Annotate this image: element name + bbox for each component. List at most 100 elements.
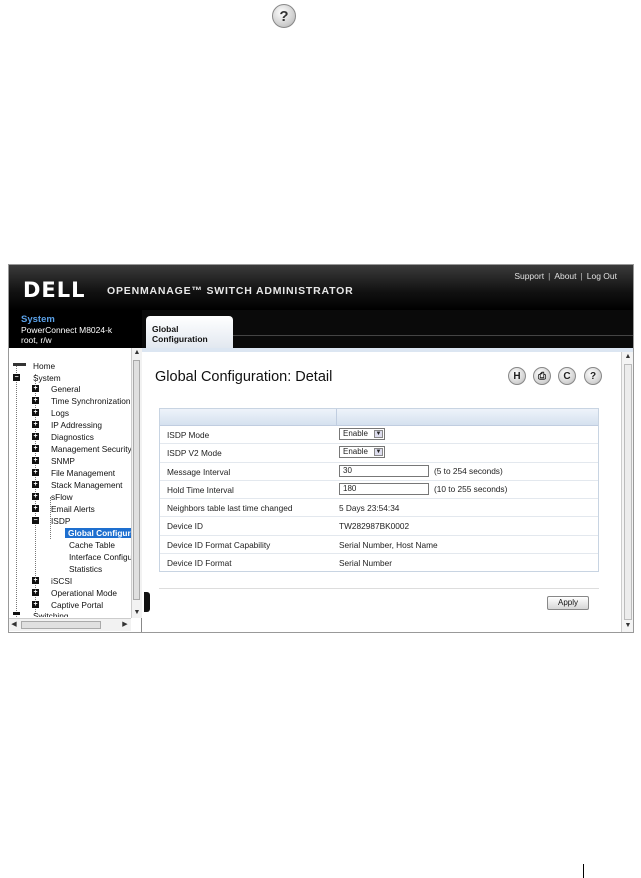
expand-icon[interactable]: + — [32, 397, 39, 404]
nav-horizontal-scrollbar[interactable]: ◀ ▶ — [9, 618, 131, 631]
expand-icon[interactable]: + — [32, 445, 39, 452]
support-link[interactable]: Support — [514, 271, 544, 281]
system-model: PowerConnect M8024-k — [21, 325, 113, 335]
global-configuration-form: ISDP Mode Enable ▼ ISDP V2 Mode Enable ▼ M… — [159, 408, 599, 573]
nav-system[interactable]: System — [33, 373, 61, 383]
nav-ip-addressing[interactable]: IP Addressing — [51, 420, 102, 430]
nav-management-security[interactable]: Management Security — [51, 444, 132, 454]
device-id-label: Device ID — [167, 521, 203, 532]
help-icon[interactable]: ? — [272, 4, 296, 28]
nav-global-configuration[interactable]: Global Configuration — [65, 528, 134, 538]
message-interval-input[interactable]: 30 — [339, 464, 429, 477]
collapse-icon[interactable]: − — [32, 517, 39, 524]
expand-icon[interactable]: + — [32, 457, 39, 464]
header-banner: DELL OPENMANAGE™ SWITCH ADMINISTRATOR Su… — [9, 265, 633, 310]
table-row: Device ID Format Serial Number — [160, 554, 598, 571]
save-icon[interactable]: H — [508, 367, 526, 385]
expand-icon[interactable]: + — [32, 409, 39, 416]
scroll-up-icon[interactable]: ▲ — [132, 348, 142, 358]
nav-vertical-scrollbar[interactable]: ▲ ▼ — [131, 348, 142, 618]
refresh-icon[interactable]: C — [558, 367, 576, 385]
nav-diagnostics[interactable]: Diagnostics — [51, 432, 94, 442]
nav-iscsi[interactable]: iSCSI — [51, 576, 72, 586]
nav-general[interactable]: General — [51, 384, 81, 394]
nav-snmp[interactable]: SNMP — [51, 456, 75, 466]
hold-time-interval-label: Hold Time Interval — [167, 484, 234, 495]
device-id-value: TW282987BK0002 — [339, 521, 410, 532]
dell-logo: DELL — [23, 278, 86, 302]
help-icon[interactable]: ? — [584, 367, 602, 385]
neighbors-changed-value: 5 Days 23:54:34 — [339, 503, 400, 514]
expand-icon[interactable]: + — [32, 577, 39, 584]
expand-icon[interactable]: + — [32, 589, 39, 596]
collapse-icon[interactable]: − — [13, 374, 20, 381]
apply-button[interactable]: Apply — [547, 596, 589, 610]
expand-icon[interactable]: + — [32, 421, 39, 428]
scroll-down-icon[interactable]: ▼ — [132, 608, 142, 618]
about-link[interactable]: About — [554, 271, 576, 281]
neighbors-changed-label: Neighbors table last time changed — [167, 503, 293, 514]
app-title: OPENMANAGE™ SWITCH ADMINISTRATOR — [107, 285, 354, 297]
hold-time-interval-input[interactable]: 180 — [339, 482, 429, 495]
chevron-down-icon[interactable]: ▼ — [374, 448, 383, 457]
expand-icon[interactable]: + — [32, 469, 39, 476]
scroll-down-icon[interactable]: ▼ — [622, 621, 633, 631]
device-id-format-label: Device ID Format — [167, 558, 232, 569]
isdp-mode-select[interactable]: Enable ▼ — [339, 428, 385, 440]
system-info: System PowerConnect M8024-k root, r/w — [9, 310, 142, 348]
nav-interface-configuration[interactable]: Interface Configuration — [69, 552, 131, 562]
nav-statistics[interactable]: Statistics — [69, 564, 102, 574]
scroll-up-icon[interactable]: ▲ — [622, 352, 633, 362]
print-icon[interactable]: ⎙ — [533, 367, 551, 385]
table-row: Neighbors table last time changed 5 Days… — [160, 499, 598, 518]
expand-icon[interactable]: + — [32, 433, 39, 440]
system-user: root, r/w — [21, 335, 52, 345]
table-row: Device ID Format Capability Serial Numbe… — [160, 536, 598, 555]
nav-home[interactable]: Home — [33, 361, 55, 371]
nav-file-management[interactable]: File Management — [51, 468, 115, 478]
nav-logs[interactable]: Logs — [51, 408, 69, 418]
nav-operational-mode[interactable]: Operational Mode — [51, 588, 117, 598]
expand-icon[interactable]: + — [32, 505, 39, 512]
expand-icon[interactable]: + — [32, 493, 39, 500]
table-row: ISDP V2 Mode Enable ▼ — [160, 444, 598, 463]
table-row: Hold Time Interval 180 (10 to 255 second… — [160, 481, 598, 500]
expand-icon[interactable]: + — [32, 385, 39, 392]
tab-bar: Global Configuration — [142, 310, 633, 348]
device-id-format-value: Serial Number — [339, 558, 393, 569]
expand-icon[interactable]: + — [32, 481, 39, 488]
nav-sflow[interactable]: sFlow — [51, 492, 73, 502]
nav-captive-portal[interactable]: Captive Portal — [51, 600, 103, 610]
isdp-mode-label: ISDP Mode — [167, 430, 210, 440]
isdp-v2-mode-label: ISDP V2 Mode — [167, 448, 222, 459]
page-margin-rule — [583, 864, 584, 878]
hold-time-interval-hint: (10 to 255 seconds) — [434, 483, 508, 494]
expand-icon[interactable] — [13, 612, 20, 615]
page-title: Global Configuration: Detail — [155, 369, 333, 385]
chevron-down-icon[interactable]: ▼ — [374, 430, 383, 438]
main-content: Global Configuration: Detail H ⎙ C ? ISD… — [144, 352, 620, 632]
device-id-format-capability-value: Serial Number, Host Name — [339, 539, 438, 550]
navigation-tree: Home − System + General + Time Synchroni… — [9, 348, 142, 632]
table-row: Device ID TW282987BK0002 — [160, 517, 598, 536]
nav-isdp[interactable]: ISDP — [51, 516, 70, 526]
nav-email-alerts[interactable]: Email Alerts — [51, 504, 95, 514]
system-name[interactable]: System — [21, 315, 142, 325]
nav-switching[interactable]: Switching — [33, 611, 69, 617]
home-icon — [13, 363, 26, 366]
table-row: Message Interval 30 (5 to 254 seconds) — [160, 463, 598, 481]
logout-link[interactable]: Log Out — [587, 271, 617, 281]
screenshot-frame: DELL OPENMANAGE™ SWITCH ADMINISTRATOR Su… — [8, 264, 634, 633]
isdp-v2-mode-select[interactable]: Enable ▼ — [339, 446, 385, 459]
nav-cache-table[interactable]: Cache Table — [69, 540, 115, 550]
nav-time-synchronization[interactable]: Time Synchronization — [51, 396, 130, 406]
main-vertical-scrollbar[interactable]: ▲ ▼ — [621, 352, 633, 632]
tab-global-configuration[interactable]: Global Configuration — [146, 316, 233, 348]
nav-stack-management[interactable]: Stack Management — [51, 480, 122, 490]
expand-icon[interactable]: + — [32, 601, 39, 608]
message-interval-hint: (5 to 254 seconds) — [434, 465, 503, 476]
device-id-format-capability-label: Device ID Format Capability — [167, 539, 271, 550]
scroll-left-icon[interactable]: ◀ — [9, 619, 19, 630]
header-links: Support | About | Log Out — [514, 271, 617, 281]
scroll-right-icon[interactable]: ▶ — [120, 619, 130, 630]
